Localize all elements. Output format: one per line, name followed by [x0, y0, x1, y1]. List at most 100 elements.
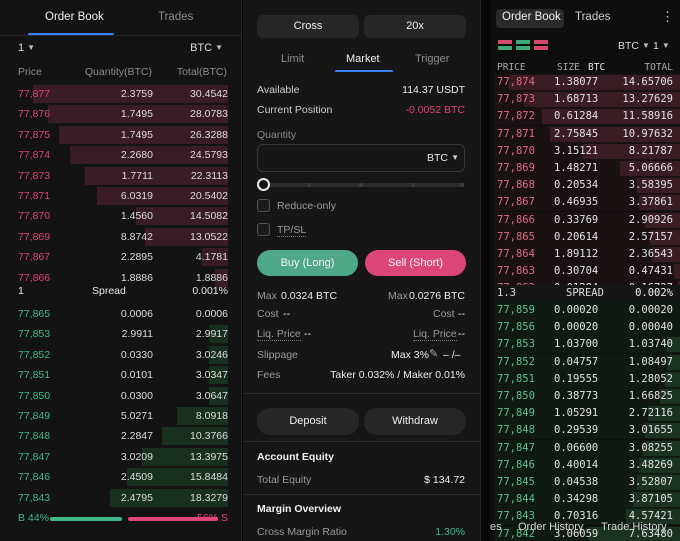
- tab-order-book[interactable]: Order Book: [502, 11, 561, 23]
- quantity-cell: 0.0101: [120, 369, 153, 382]
- quantity-cell: 2.4795: [120, 491, 153, 504]
- bid-row[interactable]: 77,852 0.04757 1.08497: [494, 353, 680, 371]
- ask-row[interactable]: 77,871 6.0319 20.5402: [0, 186, 241, 206]
- bid-row[interactable]: 77,847 3.0209 13.3975: [0, 447, 241, 467]
- current-position-label: Current Position: [257, 104, 333, 116]
- grouping-select[interactable]: 1 ▼: [653, 40, 670, 52]
- ask-row[interactable]: 77,866 0.33769 2.90926: [494, 211, 680, 229]
- unit-select[interactable]: BTC ▼: [190, 42, 223, 54]
- ask-row[interactable]: 77,874 1.38077 14.65706: [494, 74, 680, 91]
- bid-row[interactable]: 77,859 0.00020 0.00020: [494, 302, 680, 319]
- ask-row[interactable]: 77,877 2.3759 30.4542: [0, 84, 241, 104]
- chevron-down-icon: ▼: [642, 41, 650, 50]
- ask-row[interactable]: 77,867 0.46935 3.37861: [494, 194, 680, 212]
- bid-row[interactable]: 77,851 0.0101 3.0347: [0, 365, 241, 385]
- tab-order-history[interactable]: Order History: [518, 521, 583, 533]
- buy-long-button[interactable]: Buy (Long): [257, 250, 358, 276]
- max-long-value: 0.0324 BTC: [281, 290, 338, 302]
- bid-row[interactable]: 77,853 2.9911 2.9917: [0, 324, 241, 344]
- ask-row[interactable]: 77,869 1.48271 5.06666: [494, 160, 680, 177]
- bid-row[interactable]: 77,848 2.2847 10.3766: [0, 426, 241, 446]
- ask-row[interactable]: 77,875 1.7495 26.3288: [0, 125, 241, 145]
- tab-trigger[interactable]: Trigger: [415, 53, 449, 65]
- spread-value: 1: [18, 285, 24, 297]
- price-cell: 77,848: [497, 424, 535, 437]
- layout-both-icon[interactable]: [498, 40, 512, 51]
- total-cell: 1.08497: [628, 355, 673, 368]
- quantity-slider[interactable]: [257, 178, 465, 192]
- grouping-select[interactable]: 1 ▼: [18, 42, 35, 54]
- sell-short-button[interactable]: Sell (Short): [365, 250, 466, 276]
- quantity-input[interactable]: BTC ▼: [257, 144, 465, 172]
- slider-handle[interactable]: [257, 178, 270, 191]
- bid-row[interactable]: 77,850 0.0300 3.0647: [0, 386, 241, 406]
- total-cell: 0.00040: [628, 321, 673, 334]
- grouping-value: 1: [653, 40, 659, 52]
- size-cell: 0.00020: [554, 321, 599, 334]
- ask-row[interactable]: 77,865 0.20614 2.57157: [494, 228, 680, 246]
- ask-row[interactable]: 77,869 8.8742 13.0522: [0, 227, 241, 247]
- ask-row[interactable]: 77,872 0.61284 11.58916: [494, 108, 680, 126]
- ask-row[interactable]: 77,873 1.7711 22.3113: [0, 166, 241, 186]
- bid-row[interactable]: 77,850 0.38773 1.66825: [494, 388, 680, 405]
- bid-row[interactable]: 77,849 5.0271 8.0918: [0, 406, 241, 426]
- size-cell: 3.15121: [554, 144, 599, 157]
- trading-screen: { "left_book": { "tabs": ["Order Book", …: [0, 0, 680, 541]
- total-cell: 3.0647: [195, 389, 228, 402]
- bid-row[interactable]: 77,843 2.4795 18.3279: [0, 488, 241, 508]
- unit-select[interactable]: BTC ▼: [618, 40, 650, 52]
- edit-pencil-icon[interactable]: ✎: [429, 347, 438, 360]
- ask-row[interactable]: 77,864 1.89112 2.36543: [494, 246, 680, 263]
- bid-row[interactable]: 77,851 0.19555 1.28052: [494, 370, 680, 388]
- ask-row[interactable]: 77,867 2.2895 4.1781: [0, 247, 241, 267]
- kebab-menu-icon[interactable]: ⋮: [661, 9, 674, 25]
- withdraw-button[interactable]: Withdraw: [364, 408, 466, 435]
- spread-row: 1.3 SPREAD 0.002%: [494, 285, 680, 302]
- layout-asks-icon[interactable]: [534, 40, 548, 51]
- tab-trades[interactable]: Trades: [158, 11, 193, 23]
- liq-price-long-value: --: [304, 328, 311, 340]
- divider: [243, 494, 480, 495]
- bid-row[interactable]: 77,845 0.04538 3.52807: [494, 474, 680, 491]
- price-header: Price: [18, 66, 42, 78]
- size-cell: 0.40014: [554, 458, 599, 471]
- layout-both-icon-bids: [498, 46, 512, 50]
- layout-bids-icon[interactable]: [516, 40, 530, 51]
- ask-row[interactable]: 77,863 0.30704 0.47431: [494, 263, 680, 281]
- tab-market[interactable]: Market: [346, 53, 380, 65]
- tpsl-checkbox[interactable]: [257, 223, 270, 236]
- ask-row[interactable]: 77,868 0.20534 3.58395: [494, 177, 680, 195]
- bid-row[interactable]: 77,846 2.4509 15.8484: [0, 467, 241, 487]
- tab-trades[interactable]: Trades: [575, 11, 610, 23]
- tab-partial[interactable]: es: [490, 521, 502, 533]
- total-cell: 3.58395: [628, 179, 673, 192]
- reduce-only-checkbox[interactable]: [257, 199, 270, 212]
- cost-short-label: Cost: [433, 308, 455, 320]
- leverage-button[interactable]: 20x: [364, 15, 466, 38]
- quantity-cell: 2.4509: [120, 471, 153, 484]
- tab-trade-history[interactable]: Trade History: [601, 521, 667, 533]
- ask-row[interactable]: 77,870 1.4560 14.5082: [0, 206, 241, 226]
- price-cell: 77,850: [497, 390, 535, 402]
- bid-row[interactable]: 77,846 0.40014 3.48269: [494, 456, 680, 474]
- bid-row[interactable]: 77,848 0.29539 3.01655: [494, 422, 680, 440]
- ask-row[interactable]: 77,876 1.7495 28.0783: [0, 104, 241, 124]
- margin-mode-button[interactable]: Cross: [257, 15, 359, 38]
- bid-row[interactable]: 77,853 1.03700 1.03740: [494, 336, 680, 354]
- bid-row[interactable]: 77,865 0.0006 0.0006: [0, 304, 241, 324]
- bid-row[interactable]: 77,844 0.34298 3.87105: [494, 491, 680, 509]
- ask-row[interactable]: 77,873 1.68713 13.27629: [494, 91, 680, 109]
- price-header: PRICE: [497, 62, 526, 73]
- ask-row[interactable]: 77,870 3.15121 8.21787: [494, 142, 680, 160]
- tab-limit[interactable]: Limit: [281, 53, 304, 65]
- bid-row[interactable]: 77,856 0.00020 0.00040: [494, 319, 680, 337]
- tab-order-book[interactable]: Order Book: [45, 11, 104, 23]
- deposit-button[interactable]: Deposit: [257, 408, 359, 435]
- bid-row[interactable]: 77,849 1.05291 2.72116: [494, 405, 680, 423]
- ask-row[interactable]: 77,871 2.75845 10.97632: [494, 125, 680, 143]
- size-cell: 0.33769: [554, 213, 599, 226]
- ask-row[interactable]: 77,874 2.2680 24.5793: [0, 145, 241, 165]
- bid-row[interactable]: 77,847 0.06600 3.08255: [494, 439, 680, 457]
- total-equity-label: Total Equity: [257, 474, 312, 486]
- bid-row[interactable]: 77,852 0.0330 3.0246: [0, 345, 241, 365]
